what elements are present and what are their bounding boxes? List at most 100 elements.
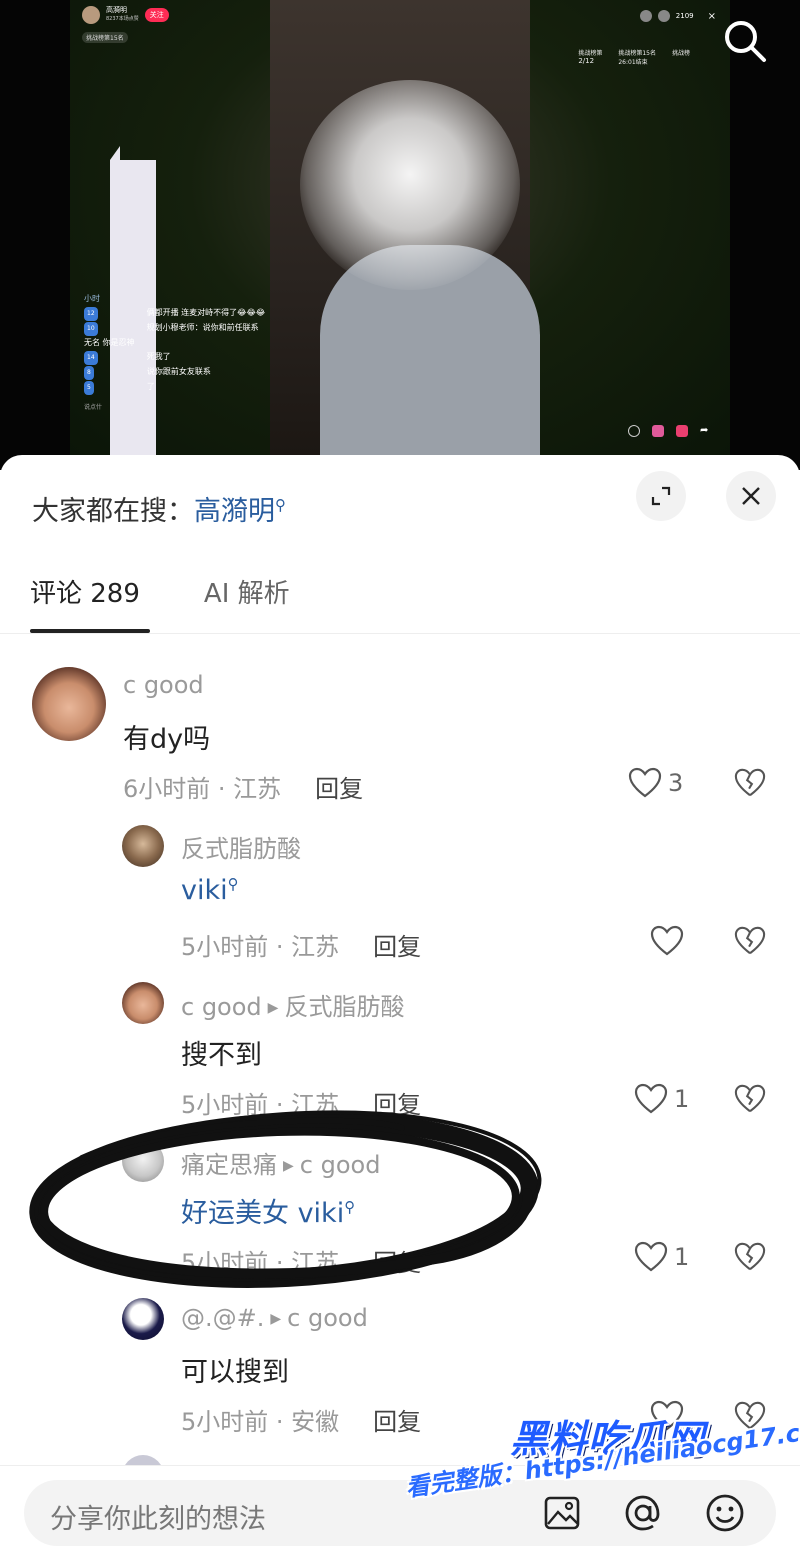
host-subtitle: 8237本场点赞 xyxy=(106,16,139,22)
comment-meta: 6小时前 · 江苏 回复 xyxy=(123,769,363,804)
live-stats: 挑战榜第 2/12 挑战榜第15名 26:01结束 挑战榜 xyxy=(578,48,690,66)
comment-input[interactable]: 分享你此刻的想法 xyxy=(24,1480,776,1546)
comment-text: 有dy吗 xyxy=(123,724,211,755)
comment-meta: 5小时前 · 江苏 回复 xyxy=(181,927,421,962)
smoke-cloud xyxy=(300,80,520,290)
trending-keyword[interactable]: 高漪明 xyxy=(194,496,275,527)
comment-username[interactable]: @.@#. ▶ c good xyxy=(181,1304,368,1332)
chat-line: 8 说你跟前女友联系 xyxy=(84,365,265,380)
reply-button[interactable]: 回复 xyxy=(373,933,421,961)
comment-time: 6小时前 · 江苏 xyxy=(123,775,282,803)
share-icon[interactable]: ➦ xyxy=(700,425,712,437)
chat-footer: 说点什 xyxy=(84,404,103,411)
comment-text: 可以搜到 xyxy=(181,1357,289,1388)
at-icon[interactable] xyxy=(622,1492,664,1534)
like-count: 1 xyxy=(674,1085,690,1113)
trending-prefix: 大家都在搜： xyxy=(32,496,194,527)
comment-text[interactable]: viki⚲ xyxy=(181,875,239,906)
reply-button[interactable]: 回复 xyxy=(373,1249,421,1277)
avatar[interactable] xyxy=(32,667,106,741)
heart-icon xyxy=(628,767,662,798)
like-button[interactable]: 1 xyxy=(634,1083,689,1115)
host-name: 高漪明 xyxy=(106,6,127,14)
comment-username[interactable]: 反式脂肪酸 xyxy=(181,829,301,864)
gift-icon[interactable] xyxy=(652,425,664,437)
rank-badge[interactable]: 挑战榜第15名 xyxy=(82,32,128,43)
search-icon[interactable] xyxy=(722,18,768,64)
comment-time: 5小时前 · 安徽 xyxy=(181,1408,340,1436)
comment-time: 5小时前 · 江苏 xyxy=(181,933,340,961)
like-count: 1 xyxy=(674,1243,690,1271)
comment-meta: 5小时前 · 安徽 回复 xyxy=(181,1402,421,1437)
comment-input-placeholder: 分享你此刻的想法 xyxy=(50,1504,266,1535)
reply-arrow-icon: ▶ xyxy=(283,1158,294,1174)
stat-label: 挑战榜 xyxy=(671,50,690,57)
broken-heart-icon[interactable] xyxy=(734,925,766,957)
avatar[interactable] xyxy=(122,1298,164,1340)
stat-label: 挑战榜第15名 xyxy=(618,50,656,57)
viewer-avatar xyxy=(657,10,670,22)
avatar[interactable] xyxy=(122,1140,164,1182)
chat-line: 无名 你是忍神 xyxy=(84,338,135,347)
viewer-count: 2109 xyxy=(675,12,694,20)
live-action-bar: ➦ xyxy=(628,425,712,437)
expand-icon xyxy=(651,486,671,506)
heart-icon xyxy=(634,1083,668,1114)
trending-search[interactable]: 大家都在搜：高漪明⚲ xyxy=(32,489,286,528)
comment-text[interactable]: 好运美女 viki⚲ xyxy=(181,1191,355,1230)
chat-line: 10 规划小穆老师：说你和前任联系 xyxy=(84,321,265,336)
like-button[interactable]: 3 xyxy=(628,767,683,799)
broken-heart-icon[interactable] xyxy=(734,767,766,799)
live-close-icon[interactable]: × xyxy=(708,11,716,22)
chat-header: 小时 xyxy=(84,294,100,303)
live-chat: 小时 12 俩都开播 连麦对峙不得了😂😂😂 10 规划小穆老师：说你和前任联系 无名… xyxy=(84,292,265,415)
like-count: 3 xyxy=(668,769,684,797)
search-small-icon: ⚲ xyxy=(344,1198,356,1216)
chat-line: 12 俩都开播 连麦对峙不得了😂😂😂 xyxy=(84,306,265,321)
reply-button[interactable]: 回复 xyxy=(373,1091,421,1119)
live-top-right: 2109 × xyxy=(639,10,716,22)
stat-label: 挑战榜第 xyxy=(578,50,603,57)
reply-button[interactable]: 回复 xyxy=(315,775,363,803)
viewer-avatar xyxy=(639,10,652,22)
divider xyxy=(0,633,800,634)
comment-text: 搜不到 xyxy=(181,1040,262,1071)
comment-composer: 分享你此刻的想法 xyxy=(0,1465,800,1549)
chat-line: 5了 xyxy=(84,380,265,395)
rose-icon[interactable] xyxy=(676,425,688,437)
avatar[interactable] xyxy=(122,825,164,867)
smile-icon[interactable] xyxy=(628,425,640,437)
close-icon xyxy=(742,487,760,505)
like-button[interactable]: 1 xyxy=(634,1241,689,1273)
avatar[interactable] xyxy=(122,982,164,1024)
close-sheet-button[interactable] xyxy=(726,471,776,521)
broken-heart-icon[interactable] xyxy=(734,1083,766,1115)
reply-button[interactable]: 回复 xyxy=(373,1408,421,1436)
comment-meta: 5小时前 · 江苏 回复 xyxy=(181,1243,421,1278)
emoji-icon[interactable] xyxy=(704,1492,746,1534)
image-icon[interactable] xyxy=(542,1492,584,1534)
comment-time: 5小时前 · 江苏 xyxy=(181,1249,340,1277)
comment-username[interactable]: 痛定思痛 ▶ c good xyxy=(181,1145,380,1180)
chat-line: 14 死我了 xyxy=(84,350,265,365)
stat-value: 26:01结束 xyxy=(618,59,648,66)
stat-value: 2/12 xyxy=(578,57,595,65)
comment-tabs: 评论 289 AI 解析 xyxy=(30,573,290,610)
comment-username[interactable]: c good xyxy=(123,671,204,699)
tab-ai-analysis[interactable]: AI 解析 xyxy=(204,573,290,610)
comment-username[interactable]: c good ▶ 反式脂肪酸 xyxy=(181,987,404,1022)
host-avatar xyxy=(82,6,100,24)
expand-button[interactable] xyxy=(636,471,686,521)
reply-arrow-icon: ▶ xyxy=(267,1000,279,1016)
heart-icon xyxy=(634,1241,668,1272)
video-player[interactable]: 高漪明 8237本场点赞 关注 挑战榜第15名 2109 × 挑战榜第 2/12 … xyxy=(0,0,800,470)
reply-arrow-icon: ▶ xyxy=(270,1311,282,1327)
tab-comments[interactable]: 评论 289 xyxy=(30,573,140,610)
follow-button[interactable]: 关注 xyxy=(144,8,169,22)
like-button[interactable] xyxy=(650,925,684,957)
search-small-icon: ⚲ xyxy=(275,496,286,514)
heart-icon xyxy=(650,925,684,956)
comment-sheet: 大家都在搜：高漪明⚲ 评论 289 AI 解析 c good 有dy吗 6小时前… xyxy=(0,455,800,1549)
live-host-info[interactable]: 高漪明 8237本场点赞 关注 xyxy=(82,6,169,24)
broken-heart-icon[interactable] xyxy=(734,1241,766,1273)
